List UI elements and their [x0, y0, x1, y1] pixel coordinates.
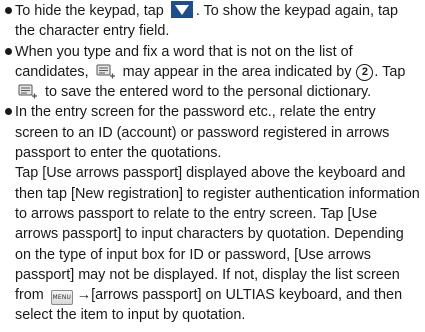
paragraph: Tap [Use arrows passport] displayed abov…	[15, 163, 421, 325]
dictionary-add-icon	[96, 62, 116, 80]
paragraph: To hide the keypad, tap . To show the ke…	[15, 1, 421, 42]
text-segment: To hide the keypad, tap	[15, 3, 168, 19]
text-segment: may appear in the area indicated by	[118, 63, 356, 80]
down-triangle-icon	[170, 1, 193, 18]
paragraph: When you type and fix a word that is not…	[15, 42, 421, 103]
text-segment: →[arrows passport] on ULTIAS keyboard, a…	[15, 287, 403, 324]
circled-number: 2	[356, 63, 374, 81]
manual-page: To hide the keypad, tap . To show the ke…	[0, 0, 425, 332]
list-item-arrows-passport: In the entry screen for the password etc…	[0, 102, 425, 325]
dictionary-add-icon	[18, 82, 38, 100]
text-segment: to save the entered word to the personal…	[41, 84, 372, 101]
text-segment: . Tap	[374, 63, 406, 80]
menu-key-icon: MENU	[50, 290, 73, 306]
paragraph: In the entry screen for the password etc…	[15, 104, 390, 162]
list-item-hide-keypad: To hide the keypad, tap . To show the ke…	[0, 1, 425, 42]
list-item-dictionary: When you type and fix a word that is not…	[0, 42, 425, 103]
text-segment: Tap [Use arrows passport] displayed abov…	[15, 165, 420, 304]
